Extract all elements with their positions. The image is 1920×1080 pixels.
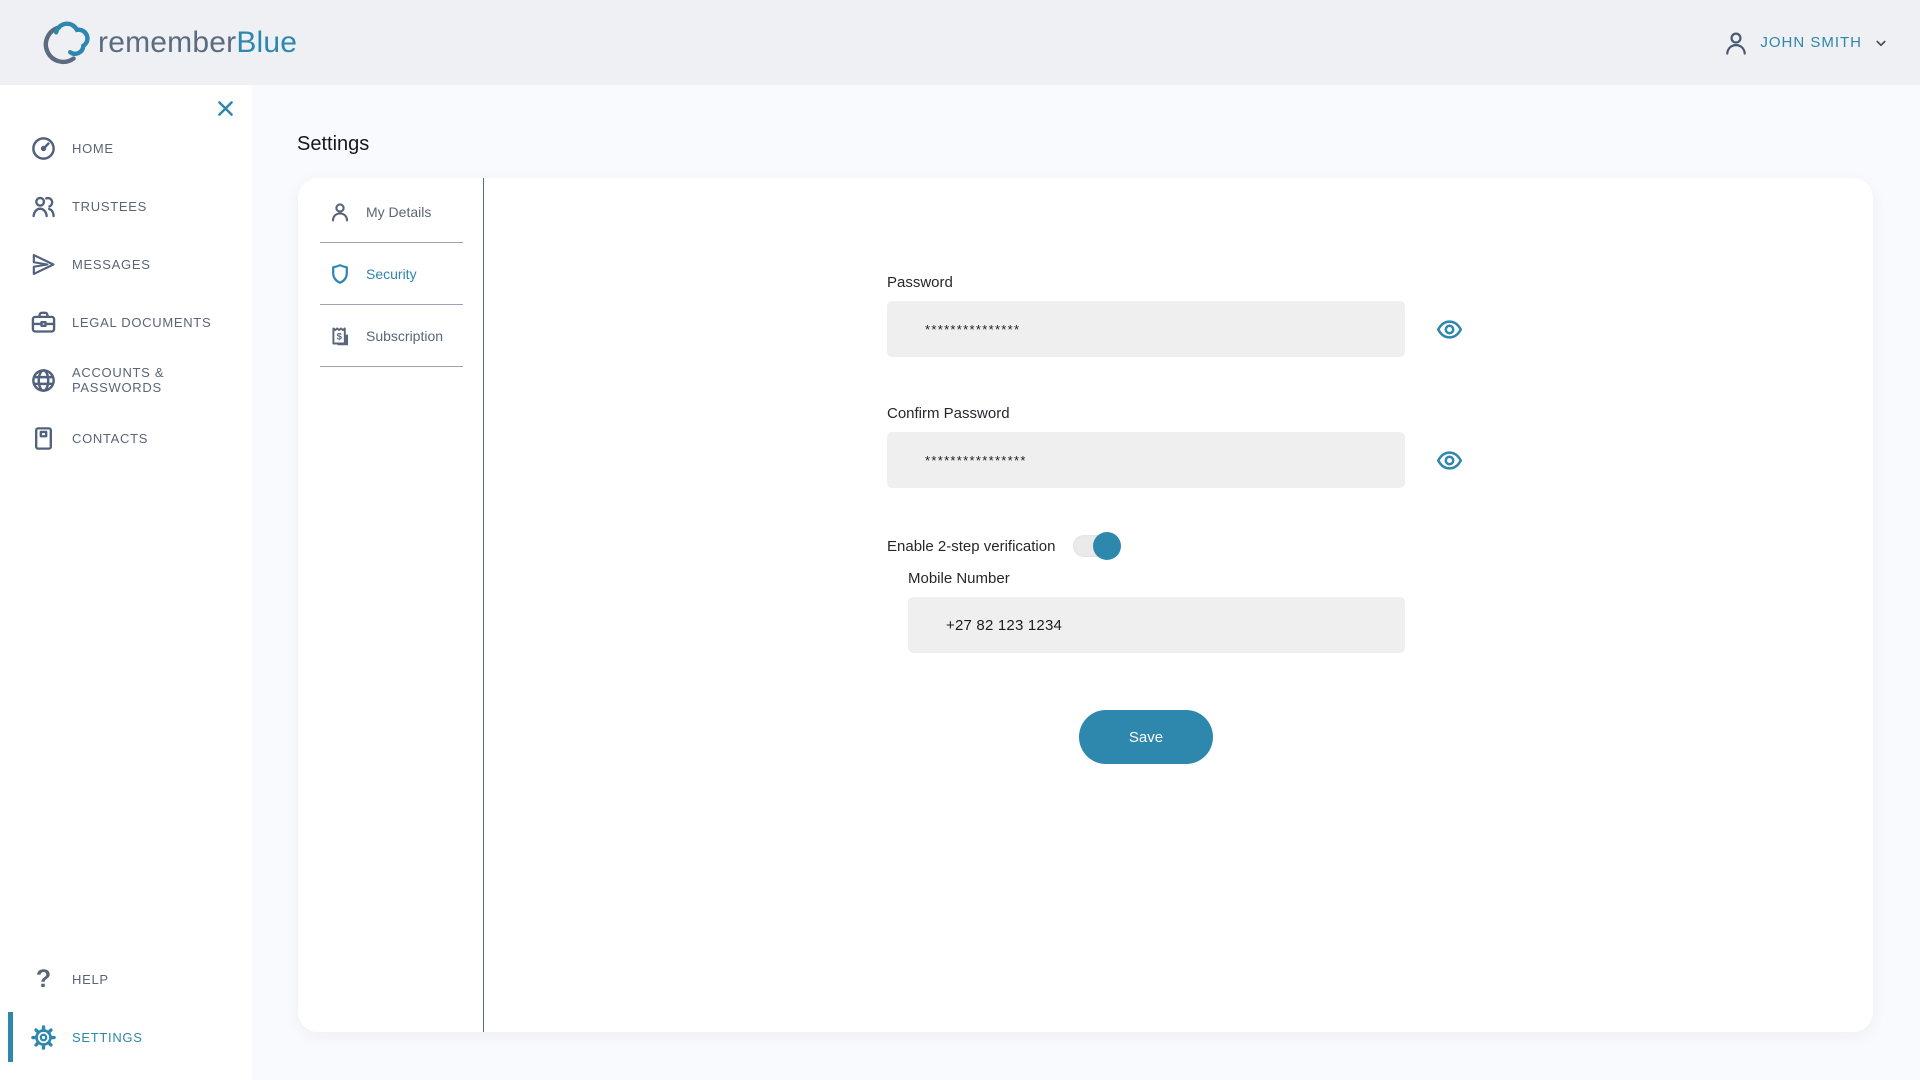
tab-label: Security: [366, 266, 417, 282]
sidebar-item-label: LEGAL DOCUMENTS: [72, 315, 211, 330]
sidebar-item-help[interactable]: ? HELP: [0, 950, 252, 1008]
person-icon: [328, 200, 352, 224]
sidebar-item-label: HOME: [72, 141, 114, 156]
two-step-toggle[interactable]: [1073, 535, 1119, 557]
sidebar-nav: HOME TRUSTEES MESSAGES: [0, 119, 252, 467]
toggle-confirm-password-visibility-button[interactable]: [1436, 447, 1463, 474]
eye-icon: [1436, 316, 1463, 343]
password-label: Password: [887, 274, 1405, 291]
tab-label: Subscription: [366, 328, 443, 344]
sidebar: HOME TRUSTEES MESSAGES: [0, 85, 252, 1080]
gauge-icon: [30, 135, 57, 162]
save-button[interactable]: Save: [1079, 710, 1213, 764]
sidebar-item-label: CONTACTS: [72, 431, 148, 446]
contacts-icon: [30, 425, 57, 452]
sidebar-item-accounts-passwords[interactable]: ACCOUNTS & PASSWORDS: [0, 351, 252, 409]
tab-label: My Details: [366, 204, 431, 220]
sidebar-item-label: HELP: [72, 972, 109, 987]
tab-my-details[interactable]: My Details: [320, 181, 463, 243]
chevron-down-icon: [1872, 34, 1890, 52]
sidebar-item-label: ACCOUNTS & PASSWORDS: [72, 365, 252, 395]
sidebar-item-label: SETTINGS: [72, 1030, 143, 1045]
send-icon: [30, 251, 57, 278]
help-icon: ?: [30, 966, 57, 993]
receipt-icon: $: [328, 324, 352, 348]
sidebar-item-settings[interactable]: SETTINGS: [0, 1008, 252, 1066]
sidebar-item-messages[interactable]: MESSAGES: [0, 235, 252, 293]
sidebar-item-label: TRUSTEES: [72, 199, 147, 214]
confirm-password-label: Confirm Password: [887, 405, 1405, 422]
brand-wordmark: rememberBlue: [98, 26, 297, 60]
top-header: rememberBlue JOHN SMITH: [0, 0, 1920, 85]
tab-security[interactable]: Security: [320, 243, 463, 305]
tab-subscription[interactable]: $ Subscription: [320, 305, 463, 367]
toggle-password-visibility-button[interactable]: [1436, 316, 1463, 343]
settings-card: My Details Security $ Sub: [298, 178, 1873, 1032]
sidebar-item-label: MESSAGES: [72, 257, 151, 272]
mobile-number-field[interactable]: [908, 597, 1405, 653]
sidebar-item-home[interactable]: HOME: [0, 119, 252, 177]
main-content: Settings My Details Security: [252, 85, 1920, 1080]
settings-tabs: My Details Security $ Sub: [320, 181, 463, 367]
password-group: Password: [887, 274, 1405, 357]
confirm-password-group: Confirm Password: [887, 405, 1405, 488]
vertical-divider: [483, 178, 484, 1032]
toggle-thumb: [1093, 532, 1121, 560]
sidebar-item-legal-documents[interactable]: LEGAL DOCUMENTS: [0, 293, 252, 351]
close-icon: [215, 98, 236, 119]
user-name: JOHN SMITH: [1760, 34, 1862, 51]
people-icon: [30, 193, 57, 220]
shield-icon: [328, 262, 352, 286]
confirm-password-field[interactable]: [887, 432, 1405, 488]
globe-icon: [30, 367, 57, 394]
eye-icon: [1436, 447, 1463, 474]
page-title: Settings: [297, 133, 369, 156]
mobile-number-group: Mobile Number: [908, 570, 1405, 653]
password-field[interactable]: [887, 301, 1405, 357]
sidebar-close-button[interactable]: [212, 95, 238, 121]
brand-logo[interactable]: rememberBlue: [30, 19, 297, 67]
two-step-row: Enable 2-step verification: [887, 532, 1405, 560]
security-form: Password Confirm Password: [887, 274, 1405, 764]
user-avatar-icon: [1722, 29, 1750, 57]
two-step-label: Enable 2-step verification: [887, 538, 1055, 555]
sidebar-item-trustees[interactable]: TRUSTEES: [0, 177, 252, 235]
sidebar-bottom-nav: ? HELP SETTINGS: [0, 950, 252, 1066]
user-menu[interactable]: JOHN SMITH: [1722, 29, 1890, 57]
gear-icon: [30, 1024, 57, 1051]
mobile-number-label: Mobile Number: [908, 570, 1405, 587]
briefcase-icon: [30, 309, 57, 336]
svg-text:$: $: [337, 331, 343, 342]
cloud-logo-icon: [30, 19, 92, 67]
sidebar-item-contacts[interactable]: CONTACTS: [0, 409, 252, 467]
